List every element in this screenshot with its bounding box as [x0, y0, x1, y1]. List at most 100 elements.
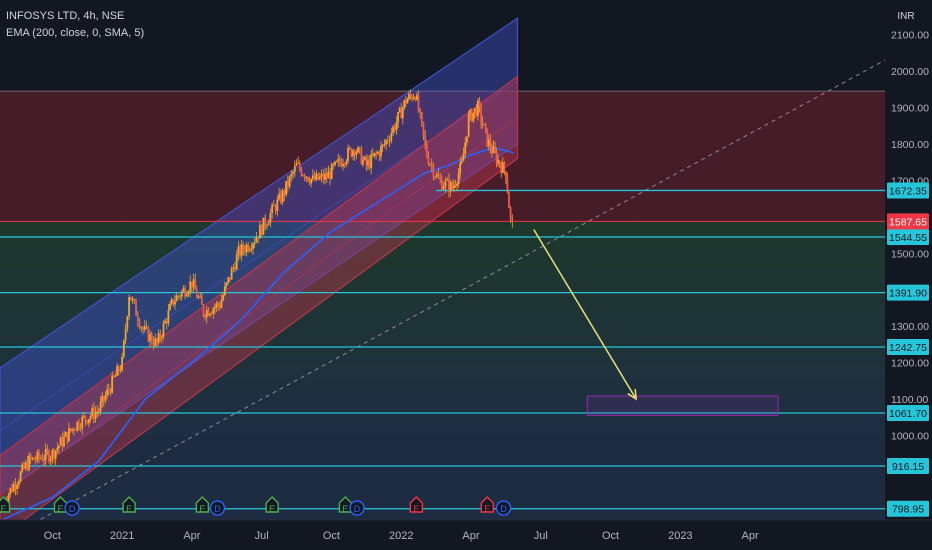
- candle-body: [345, 160, 348, 165]
- candle-body: [230, 268, 233, 280]
- candle-body: [43, 459, 45, 461]
- candle-body: [210, 313, 213, 315]
- candle-body: [467, 114, 470, 137]
- candle-body: [503, 162, 506, 172]
- candle-body: [199, 296, 202, 298]
- candle-body: [311, 175, 314, 179]
- candle-body: [207, 309, 210, 316]
- candle-body: [184, 288, 187, 297]
- candle-body: [295, 163, 298, 166]
- candle-body: [477, 100, 479, 116]
- x-tick-label: Oct: [44, 530, 61, 542]
- candle-body: [177, 295, 180, 297]
- candle-body: [38, 451, 40, 458]
- candle-body: [121, 356, 124, 370]
- candle-body: [335, 161, 338, 163]
- y-tick-label: 1100.00: [891, 394, 928, 406]
- candle-body: [392, 126, 394, 134]
- candle-body: [368, 160, 371, 169]
- candle-body: [28, 455, 30, 470]
- candle-body: [370, 154, 373, 169]
- candle-body: [91, 408, 94, 417]
- candle-body: [63, 436, 65, 447]
- candle-body: [298, 163, 301, 170]
- candle-body: [68, 428, 70, 442]
- candle-body: [508, 192, 510, 208]
- candle-body: [267, 222, 270, 226]
- candle-body: [388, 140, 391, 142]
- candle-body: [129, 296, 132, 301]
- candle-body: [358, 147, 361, 149]
- candle-body: [347, 147, 349, 161]
- candle-body: [285, 181, 287, 195]
- candle-body: [324, 173, 326, 180]
- candle-body: [457, 173, 460, 184]
- candle-body: [232, 267, 235, 269]
- candle-body: [156, 338, 158, 344]
- candle-body: [92, 408, 95, 419]
- candle-body: [376, 152, 379, 154]
- candle-body: [480, 107, 482, 123]
- candle-body: [244, 250, 246, 253]
- level-price-label: 1544.55: [889, 232, 927, 244]
- candle-body: [192, 279, 195, 288]
- candle-body: [217, 303, 220, 306]
- candle-body: [492, 146, 495, 153]
- event-marker-label: E: [126, 504, 132, 514]
- candle-body: [126, 316, 129, 330]
- candle-body: [187, 291, 190, 295]
- candle-body: [245, 244, 248, 253]
- candle-body: [420, 112, 423, 123]
- candle-body: [395, 122, 398, 131]
- candle-body: [269, 213, 272, 223]
- candle-body: [147, 326, 150, 342]
- candle-body: [133, 298, 136, 302]
- candle-body: [409, 93, 412, 96]
- candle-body: [305, 176, 308, 178]
- candle-body: [234, 267, 236, 270]
- event-marker-label: D: [500, 504, 507, 514]
- candle-body: [315, 173, 318, 180]
- candle-body: [64, 432, 67, 437]
- candle-body: [292, 172, 294, 174]
- candle-body: [41, 458, 44, 461]
- candle-body: [293, 165, 296, 173]
- candle-body: [242, 244, 245, 251]
- candle-body: [472, 112, 475, 122]
- candle-body: [84, 416, 87, 421]
- candle-body: [424, 134, 427, 144]
- candle-body: [360, 148, 363, 165]
- candle-body: [318, 176, 321, 180]
- candle-body: [21, 464, 24, 472]
- candle-body: [189, 281, 192, 292]
- x-tick-label: 2022: [389, 530, 413, 542]
- x-tick-label: Oct: [323, 530, 340, 542]
- candle-body: [104, 395, 107, 401]
- candle-body: [220, 300, 223, 308]
- candle-body: [17, 481, 20, 486]
- candle-body: [69, 428, 72, 431]
- candle-body: [16, 485, 19, 489]
- candle-body: [469, 109, 472, 115]
- candle-body: [489, 139, 492, 149]
- candle-body: [272, 204, 275, 207]
- candle-body: [456, 183, 458, 186]
- candle-body: [162, 323, 165, 337]
- candle-body: [362, 159, 364, 165]
- candle-body: [308, 180, 311, 184]
- candle-body: [94, 412, 97, 419]
- price-chart[interactable]: E E D E E D E E D E E D1000.001100.001200.001300.00…: [0, 0, 932, 550]
- candle-body: [487, 139, 490, 147]
- candle-body: [437, 174, 440, 179]
- candle-body: [128, 296, 130, 317]
- event-marker-label: D: [214, 504, 221, 514]
- chart-container[interactable]: E E D E E D E E D E E D 1000.00 1100.00 1200.00 1300.00…: [0, 0, 932, 550]
- candle-body: [367, 160, 369, 166]
- candle-body: [101, 396, 104, 403]
- candle-body: [278, 193, 281, 200]
- candle-body: [165, 320, 168, 324]
- candle-body: [253, 242, 256, 244]
- candle-body: [408, 93, 410, 100]
- candle-body: [375, 152, 377, 154]
- candle-body: [49, 458, 52, 462]
